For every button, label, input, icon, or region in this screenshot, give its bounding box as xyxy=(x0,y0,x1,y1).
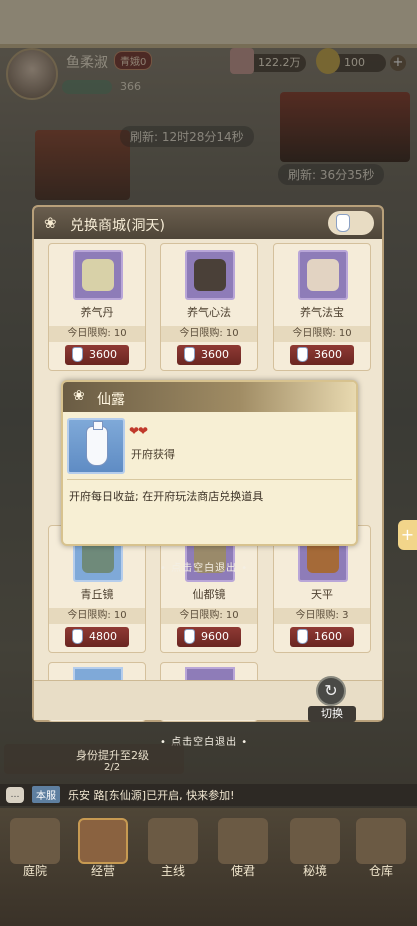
nav-item-business[interactable]: 经营 xyxy=(72,812,134,882)
book-icon xyxy=(194,259,226,291)
shop-title: 兑换商城(洞天) xyxy=(70,218,165,234)
buy-button[interactable]: 3600 xyxy=(290,345,354,365)
popup-header: ❀ 仙露 xyxy=(63,382,356,412)
item-detail-popup: ❀ 仙露 ❤❤ 开府获得 开府每日收益; 在开府玩法商店兑换道具 xyxy=(61,380,358,546)
buy-button[interactable]: 3600 xyxy=(177,345,241,365)
chat-message: 乐安 路[东仙源]已开启, 快来参加! xyxy=(68,789,235,802)
item-price: 3600 xyxy=(89,348,117,361)
shop-header: ❀ 兑换商城(洞天) xyxy=(34,207,382,239)
item-price: 3600 xyxy=(201,348,229,361)
secret-realm-icon xyxy=(290,818,340,864)
nav-item-warehouse[interactable]: 仓库 xyxy=(350,812,412,882)
courtyard-icon xyxy=(10,818,60,864)
warehouse-icon xyxy=(356,818,406,864)
nav-item-envoy[interactable]: 使君 xyxy=(212,812,274,882)
item-source: 开府获得 xyxy=(131,448,175,461)
item-frame xyxy=(185,250,235,300)
item-description: 开府每日收益; 在开府玩法商店兑换道具 xyxy=(69,490,264,503)
nav-label: 仓库 xyxy=(368,864,393,878)
nav-item-courtyard[interactable]: 庭院 xyxy=(4,812,66,882)
rarity-hearts: ❤❤ xyxy=(129,424,148,438)
item-price: 4800 xyxy=(89,630,117,643)
ruyi-icon xyxy=(307,259,339,291)
item-limit: 今日限购: 10 xyxy=(49,608,145,624)
item-frame xyxy=(298,250,348,300)
item-price: 1600 xyxy=(314,630,342,643)
shop-item-card[interactable]: 养气心法 今日限购: 10 3600 xyxy=(160,243,258,371)
dew-bottle-icon xyxy=(297,629,308,644)
item-limit: 今日限购: 10 xyxy=(274,326,370,342)
switch-label: 切换 xyxy=(308,706,356,722)
chat-bubble-icon[interactable]: … xyxy=(6,787,24,803)
shop-item-card[interactable]: 养气法宝 今日限购: 10 3600 xyxy=(273,243,371,371)
item-limit: 今日限购: 3 xyxy=(274,608,370,624)
tap-to-exit-hint: • 点击空白退出 • xyxy=(160,563,249,574)
dew-bottle-icon xyxy=(297,347,308,362)
dew-bottle-icon xyxy=(86,421,108,466)
item-name: 养气心法 xyxy=(187,306,231,319)
shop-currency xyxy=(328,211,374,235)
shop-item-card[interactable]: 养气丹 今日限购: 10 3600 xyxy=(48,243,146,371)
nav-label: 使君 xyxy=(230,864,255,878)
buy-button[interactable]: 4800 xyxy=(65,627,129,647)
item-limit: 今日限购: 10 xyxy=(161,326,257,342)
item-frame xyxy=(73,250,123,300)
buy-button[interactable]: 1600 xyxy=(290,627,354,647)
item-name: 养气法宝 xyxy=(300,306,344,319)
chat-channel-badge: 本服 xyxy=(32,786,60,803)
item-price: 9600 xyxy=(201,630,229,643)
nav-label: 主线 xyxy=(160,864,185,878)
buy-button[interactable]: 3600 xyxy=(65,345,129,365)
mainline-icon xyxy=(148,818,198,864)
item-price: 3600 xyxy=(314,348,342,361)
lotus-icon: ❀ xyxy=(73,388,85,404)
business-icon xyxy=(78,818,128,864)
side-expand-button[interactable]: + xyxy=(398,520,417,550)
dew-bottle-icon xyxy=(72,629,83,644)
pill-icon xyxy=(82,259,114,291)
task-text: 身份提升至2级 xyxy=(76,749,149,762)
dew-bottle-icon xyxy=(184,347,195,362)
lotus-icon: ❀ xyxy=(44,214,57,232)
item-name: 青丘镜 xyxy=(80,588,114,601)
refresh-cycle-icon: ↻ xyxy=(316,676,346,706)
dew-bottle-icon xyxy=(184,629,195,644)
nav-label: 秘境 xyxy=(302,864,327,878)
envoy-icon xyxy=(218,818,268,864)
item-name: 仙都镜 xyxy=(192,588,226,601)
item-icon-frame xyxy=(67,418,125,474)
dew-bottle-icon xyxy=(336,214,350,232)
nav-label: 庭院 xyxy=(22,864,47,878)
nav-item-secret-realm[interactable]: 秘境 xyxy=(284,812,346,882)
buy-button[interactable]: 9600 xyxy=(177,627,241,647)
nav-item-mainline[interactable]: 主线 xyxy=(142,812,204,882)
popup-title: 仙露 xyxy=(97,392,125,408)
item-name: 天平 xyxy=(311,588,333,601)
dew-bottle-icon xyxy=(72,347,83,362)
task-progress: 2/2 xyxy=(104,762,121,773)
divider xyxy=(67,479,352,480)
item-name: 养气丹 xyxy=(80,306,114,319)
switch-button[interactable]: ↻ 切换 xyxy=(308,676,356,722)
item-limit: 今日限购: 10 xyxy=(49,326,145,342)
item-limit: 今日限购: 10 xyxy=(161,608,257,624)
nav-label: 经营 xyxy=(90,864,115,878)
